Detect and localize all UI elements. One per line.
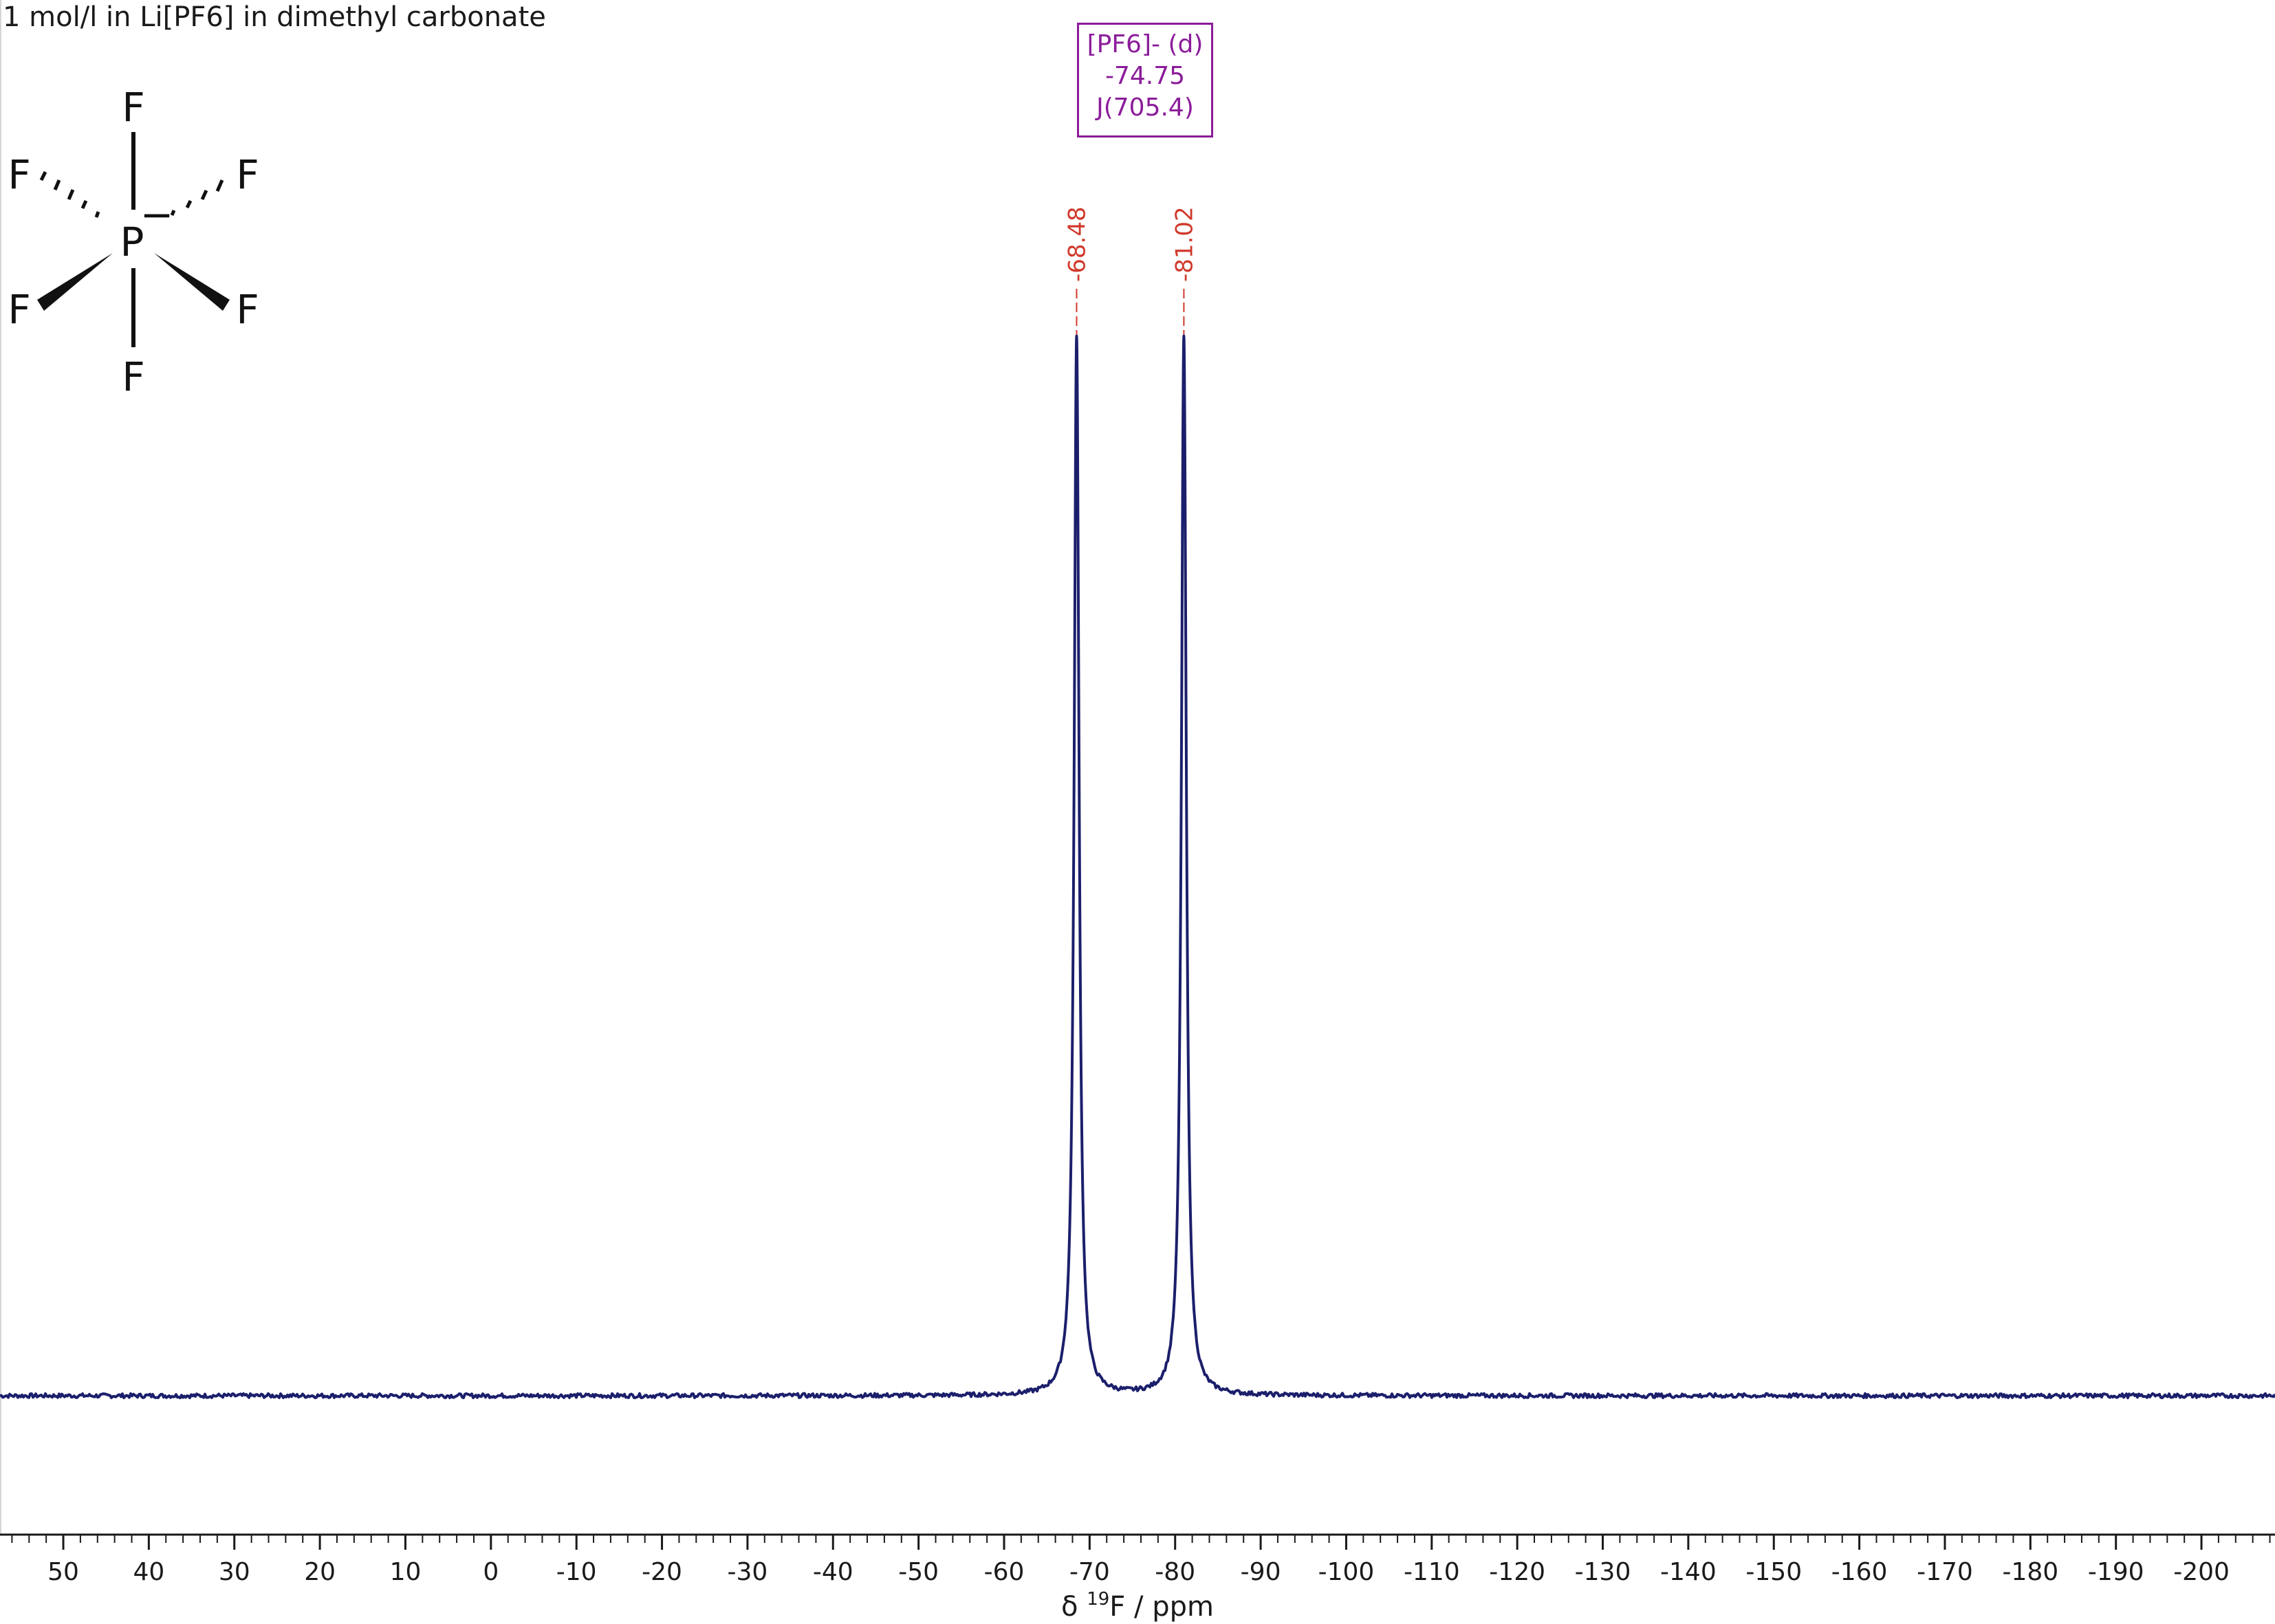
peak-labels: -68.48 -81.02 <box>1063 206 1198 336</box>
x-tick-label: -130 <box>1575 1558 1631 1586</box>
x-axis-label-prefix: δ <box>1061 1591 1087 1623</box>
x-axis-label: δ 19F / ppm <box>1061 1589 1214 1623</box>
bond-upper-right-hashed <box>170 179 224 216</box>
x-tick-label: 10 <box>390 1558 422 1586</box>
x-tick-label: -110 <box>1404 1558 1460 1586</box>
chart-title: 1 mol/l in Li[PF6] in dimethyl carbonate <box>3 1 546 33</box>
bond-upper-left-hashed <box>39 171 100 218</box>
x-tick-label: 0 <box>483 1558 499 1586</box>
x-tick-label: -20 <box>642 1558 682 1586</box>
spectrum-line <box>0 334 2275 1400</box>
x-axis-ticks: 50 40 30 20 10 0 -10 -20 -30 -40 -50 -60 -70 -80 -90 -1… <box>11 1535 2271 1586</box>
x-tick-label: -80 <box>1155 1558 1195 1586</box>
multiplet-annotation-box: [PF6]- (d) -74.75 J(705.4) <box>1077 23 1213 138</box>
x-tick-label: -170 <box>1917 1558 1973 1586</box>
multiplet-coupling: J(705.4) <box>1096 94 1194 122</box>
structure-f-upper-left: F <box>8 151 30 198</box>
x-tick-label: -70 <box>1069 1558 1110 1586</box>
structure-f-bottom: F <box>122 353 144 400</box>
structure-f-upper-right: F <box>236 151 259 198</box>
nmr-spectrum-plot: 50 40 30 20 10 0 -10 -20 -30 -40 -50 -60 -70 -80 -90 -1… <box>0 84 2275 1623</box>
x-tick-label: -160 <box>1831 1558 1888 1586</box>
x-tick-label: 20 <box>304 1558 336 1586</box>
x-axis-label-sup: 19 <box>1087 1589 1109 1610</box>
x-tick-label: -140 <box>1660 1558 1717 1586</box>
structure-f-top: F <box>122 84 144 131</box>
structure-f-lower-right: F <box>236 286 259 333</box>
x-tick-label: -90 <box>1241 1558 1281 1586</box>
x-tick-label: -200 <box>2173 1558 2230 1586</box>
x-tick-label: -190 <box>2088 1558 2144 1586</box>
x-tick-label: 30 <box>219 1558 250 1586</box>
bond-lower-left-wedge <box>37 253 113 311</box>
x-axis-label-suffix: F / ppm <box>1109 1591 1214 1623</box>
structure-charge: − <box>140 191 174 238</box>
multiplet-shift: -74.75 <box>1104 62 1186 90</box>
x-tick-label: 50 <box>47 1558 79 1586</box>
structure-f-lower-left: F <box>8 286 30 333</box>
x-tick-label: -100 <box>1318 1558 1375 1586</box>
multiplet-name: [PF6]- (d) <box>1087 30 1204 58</box>
x-tick-label: -40 <box>813 1558 853 1586</box>
x-tick-label: -180 <box>2002 1558 2058 1586</box>
x-tick-label: -50 <box>898 1558 939 1586</box>
x-tick-label: -30 <box>728 1558 768 1586</box>
bond-lower-right-wedge <box>154 253 230 311</box>
pf6-structure: P − F F F F F F <box>8 84 259 400</box>
x-tick-label: 40 <box>133 1558 164 1586</box>
x-tick-label: -150 <box>1745 1558 1802 1586</box>
peak-label: -68.48 <box>1063 206 1091 282</box>
x-tick-label: -120 <box>1489 1558 1545 1586</box>
x-tick-label: -10 <box>556 1558 597 1586</box>
x-tick-label: -60 <box>984 1558 1025 1586</box>
peak-label: -81.02 <box>1171 206 1198 282</box>
